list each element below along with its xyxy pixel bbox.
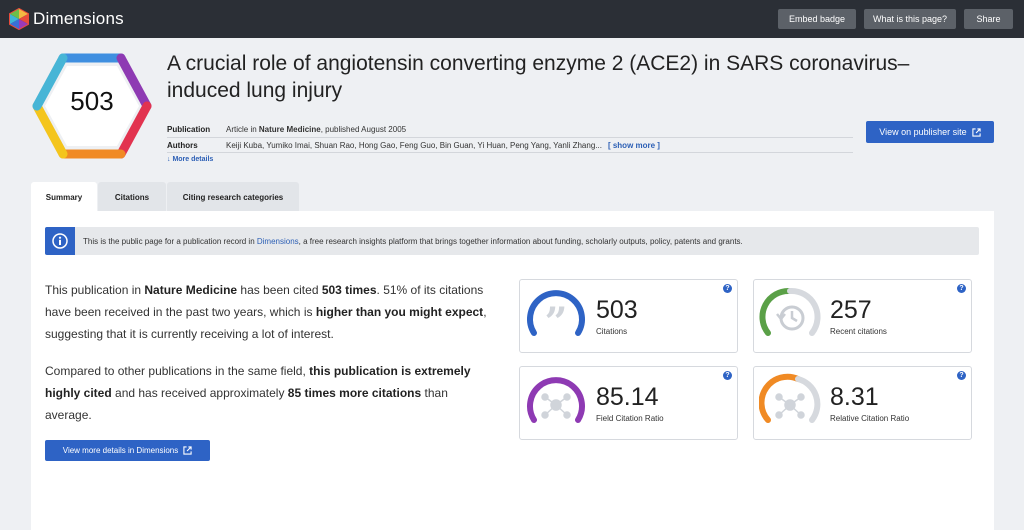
- help-icon[interactable]: ?: [723, 284, 732, 293]
- help-icon[interactable]: ?: [957, 371, 966, 380]
- tab-summary[interactable]: Summary: [31, 182, 97, 212]
- external-link-icon: [183, 446, 192, 455]
- dimensions-logo-icon: [9, 8, 29, 30]
- show-more-link[interactable]: [ show more ]: [608, 141, 660, 150]
- citations-label: Citations: [596, 327, 628, 336]
- field-citation-ratio-value: 85.14: [596, 383, 659, 411]
- p1-expect: higher than you might expect: [315, 305, 484, 319]
- summary-paragraph-1: This publication in Nature Medicine has …: [45, 279, 495, 345]
- relative-citation-ratio-value: 8.31: [830, 383, 879, 411]
- citations-value: 503: [596, 296, 638, 324]
- p2-highlight: 85 times more citations: [287, 386, 422, 400]
- authors-value: Keiji Kuba, Yumiko Imai, Shuan Rao, Hong…: [226, 141, 660, 150]
- view-on-publisher-button[interactable]: View on publisher site: [866, 121, 994, 143]
- help-icon[interactable]: ?: [723, 371, 732, 380]
- info-text-after: , a free research insights platform that…: [298, 237, 743, 246]
- help-icon[interactable]: ?: [957, 284, 966, 293]
- more-details-label: More details: [172, 156, 214, 163]
- p1-text: has been cited: [237, 283, 322, 297]
- publication-label: Publication: [167, 125, 211, 134]
- divider: [167, 152, 853, 153]
- metric-card-citations: ” 503 Citations ?: [519, 279, 738, 353]
- metric-card-relative-citation-ratio: 8.31 Relative Citation Ratio ?: [753, 366, 972, 440]
- badge-value: 503: [70, 86, 114, 116]
- relative-citation-ratio-label: Relative Citation Ratio: [830, 414, 910, 423]
- authors-list: Keiji Kuba, Yumiko Imai, Shuan Rao, Hong…: [226, 141, 602, 150]
- top-bar: Dimensions Embed badge What is this page…: [0, 0, 1024, 38]
- info-text-before: This is the public page for a publicatio…: [83, 237, 257, 246]
- p1-text: This publication in: [45, 283, 145, 297]
- field-citation-ratio-gauge-icon: [527, 377, 585, 423]
- tab-citing-research-categories[interactable]: Citing research categories: [167, 182, 299, 212]
- publication-prefix: Article in: [226, 125, 259, 134]
- recent-citations-gauge-icon: [759, 287, 821, 336]
- title-line-1: A crucial role of angiotensin converting…: [167, 52, 910, 75]
- what-is-this-page-button[interactable]: What is this page?: [864, 9, 956, 29]
- info-icon: [45, 227, 75, 255]
- metric-card-recent-citations: 257 Recent citations ?: [753, 279, 972, 353]
- share-button[interactable]: Share: [964, 9, 1013, 29]
- more-details-link[interactable]: ↓ More details: [167, 156, 213, 163]
- dimensions-link[interactable]: Dimensions: [257, 237, 299, 246]
- dims-button-label: View more details in Dimensions: [62, 446, 179, 455]
- citation-badge: 503: [31, 52, 153, 160]
- p2-text: Compared to other publications in the sa…: [45, 364, 310, 378]
- journal-name: Nature Medicine: [258, 125, 321, 134]
- metric-card-field-citation-ratio: 85.14 Field Citation Ratio ?: [519, 366, 738, 440]
- info-text: This is the public page for a publicatio…: [83, 237, 743, 246]
- publication-value: Article in Nature Medicine, published Au…: [226, 125, 406, 134]
- tab-citations[interactable]: Citations: [98, 182, 166, 212]
- publication-title: A crucial role of angiotensin converting…: [167, 50, 1007, 104]
- external-link-icon: [972, 127, 981, 137]
- recent-citations-label: Recent citations: [830, 327, 887, 336]
- publication-suffix: , published August 2005: [320, 125, 407, 134]
- view-more-details-button[interactable]: View more details in Dimensions: [45, 440, 210, 461]
- logo-text: Dimensions: [33, 9, 124, 28]
- p1-times: 503 times: [321, 283, 377, 297]
- p1-journal: Nature Medicine: [144, 283, 238, 297]
- divider: [167, 137, 853, 138]
- p2-text: and has received approximately: [111, 386, 288, 400]
- title-line-2: induced lung injury: [167, 79, 343, 102]
- publisher-button-label: View on publisher site: [879, 127, 967, 137]
- info-banner: This is the public page for a publicatio…: [45, 227, 979, 255]
- embed-badge-button[interactable]: Embed badge: [778, 9, 856, 29]
- relative-citation-ratio-gauge-icon: [759, 373, 821, 423]
- authors-label: Authors: [167, 141, 198, 150]
- recent-citations-value: 257: [830, 296, 872, 324]
- dimensions-logo[interactable]: Dimensions: [8, 8, 124, 30]
- arrow-down-icon: ↓: [167, 156, 171, 163]
- svg-text:”: ”: [544, 299, 567, 346]
- field-citation-ratio-label: Field Citation Ratio: [596, 414, 664, 423]
- summary-paragraph-2: Compared to other publications in the sa…: [45, 360, 495, 426]
- citations-gauge-icon: ”: [527, 290, 585, 346]
